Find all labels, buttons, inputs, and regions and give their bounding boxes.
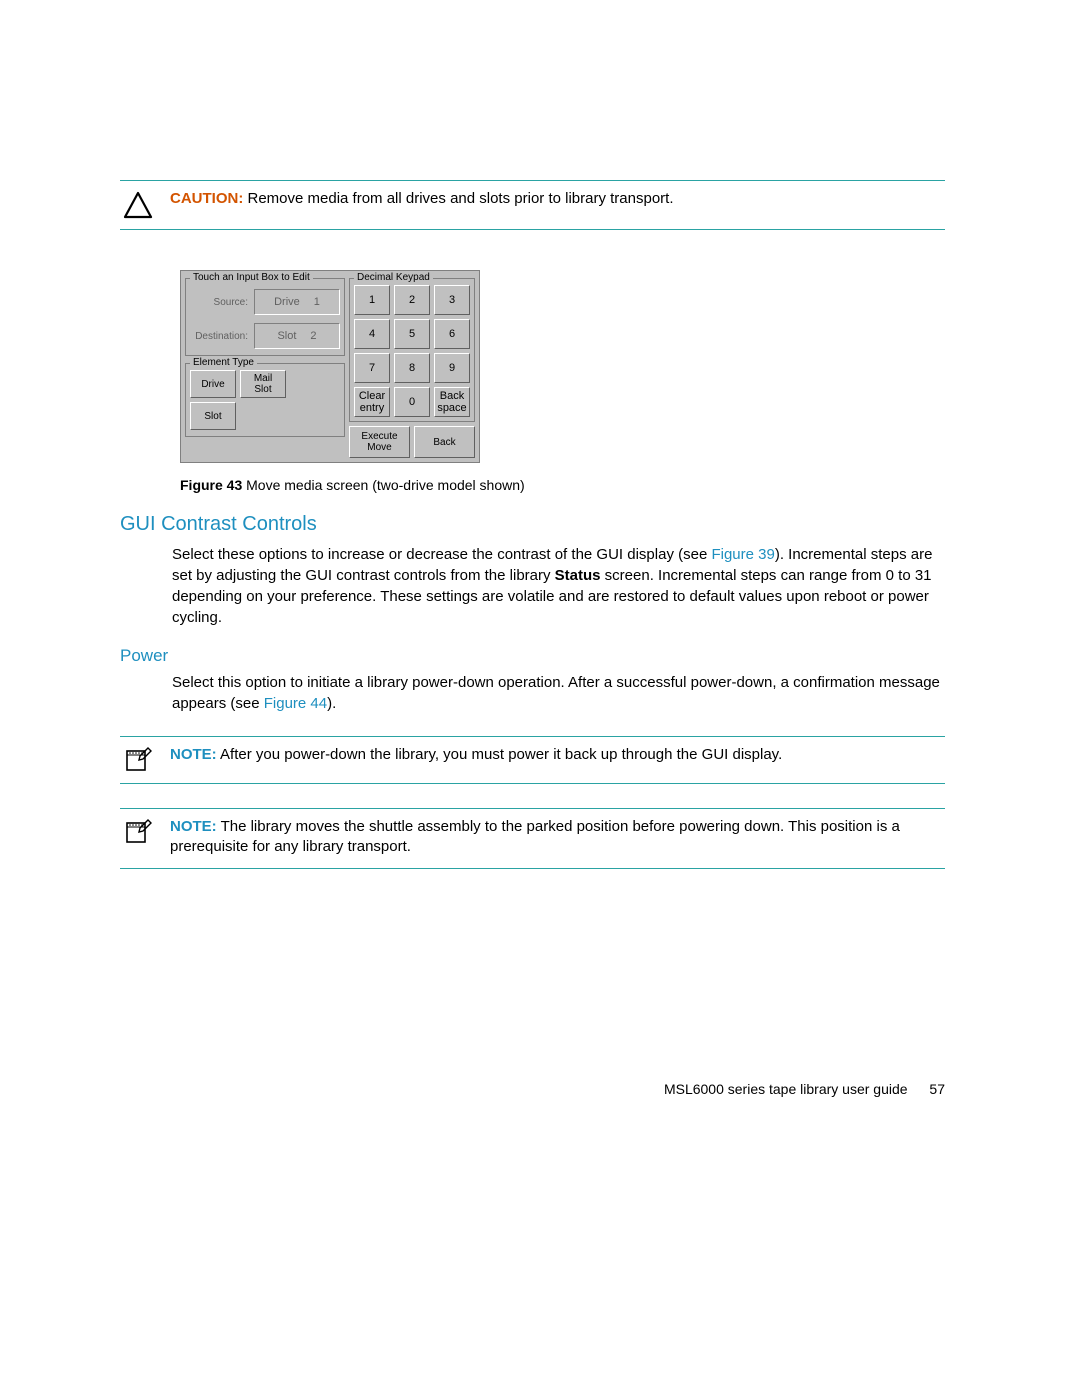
note2-text: The library moves the shuttle assembly t… [170,818,900,855]
keypad-fieldset: Decimal Keypad 1 2 3 4 5 6 7 8 9 Clear e… [349,278,475,422]
keypad-9[interactable]: 9 [434,353,470,383]
element-type-fieldset: Element Type Drive Mail Slot Slot [185,363,345,437]
figure-43-text: Move media screen (two-drive model shown… [246,477,525,493]
note2-callout: NOTE: The library moves the shuttle asse… [120,809,945,868]
destination-type: Slot [277,330,296,342]
keypad-3[interactable]: 3 [434,285,470,315]
caution-icon [123,191,153,219]
keypad-6[interactable]: 6 [434,319,470,349]
caution-bottom-rule [120,229,945,230]
caution-callout: CAUTION: Remove media from all drives an… [120,181,945,229]
link-figure-44[interactable]: Figure 44 [264,695,327,712]
link-figure-39[interactable]: Figure 39 [711,546,774,563]
element-mailslot-button[interactable]: Mail Slot [240,370,286,398]
power-p1b: ). [327,695,336,712]
input-box-fieldset: Touch an Input Box to Edit Source: Drive… [185,278,345,356]
figure-43-wrap: Touch an Input Box to Edit Source: Drive… [180,270,945,493]
destination-num: 2 [310,330,316,342]
gui-contrast-heading: GUI Contrast Controls [120,513,945,536]
source-type: Drive [274,296,300,308]
execute-move-button[interactable]: Execute Move [349,426,410,458]
gui-contrast-paragraph: Select these options to increase or decr… [172,544,945,628]
source-num: 1 [314,296,320,308]
destination-label: Destination: [190,331,248,342]
caution-text: Remove media from all drives and slots p… [248,190,674,207]
caution-label: CAUTION: [170,190,243,207]
source-label: Source: [190,297,248,308]
keypad-1[interactable]: 1 [354,285,390,315]
note1-callout: NOTE: After you power-down the library, … [120,737,945,783]
figure-43-label: Figure 43 [180,477,242,493]
power-heading: Power [120,646,945,666]
element-drive-button[interactable]: Drive [190,370,236,398]
keypad-5[interactable]: 5 [394,319,430,349]
note1-text: After you power-down the library, you mu… [220,746,782,763]
power-paragraph: Select this option to initiate a library… [172,672,945,714]
keypad-8[interactable]: 8 [394,353,430,383]
footer-title: MSL6000 series tape library user guide [664,1081,908,1097]
note2-bottom-rule [120,868,945,869]
input-box-legend: Touch an Input Box to Edit [190,272,313,283]
keypad-2[interactable]: 2 [394,285,430,315]
move-media-panel: Touch an Input Box to Edit Source: Drive… [180,270,480,463]
keypad-0[interactable]: 0 [394,387,430,417]
figure-43-caption: Figure 43 Move media screen (two-drive m… [180,477,945,493]
page-footer: MSL6000 series tape library user guide 5… [664,1081,945,1097]
note2-label: NOTE: [170,818,217,835]
note-icon [124,747,152,773]
keypad-legend: Decimal Keypad [354,272,433,283]
status-word: Status [555,567,601,584]
element-type-legend: Element Type [190,357,257,368]
keypad-7[interactable]: 7 [354,353,390,383]
destination-input[interactable]: Slot 2 [254,323,340,349]
keypad-backspace[interactable]: Back space [434,387,470,417]
element-slot-button[interactable]: Slot [190,402,236,430]
back-button[interactable]: Back [414,426,475,458]
keypad-4[interactable]: 4 [354,319,390,349]
note1-label: NOTE: [170,746,217,763]
source-input[interactable]: Drive 1 [254,289,340,315]
keypad-clear-entry[interactable]: Clear entry [354,387,390,417]
note-icon [124,819,152,845]
gui-p1a: Select these options to increase or decr… [172,546,711,563]
page-number: 57 [929,1081,945,1097]
